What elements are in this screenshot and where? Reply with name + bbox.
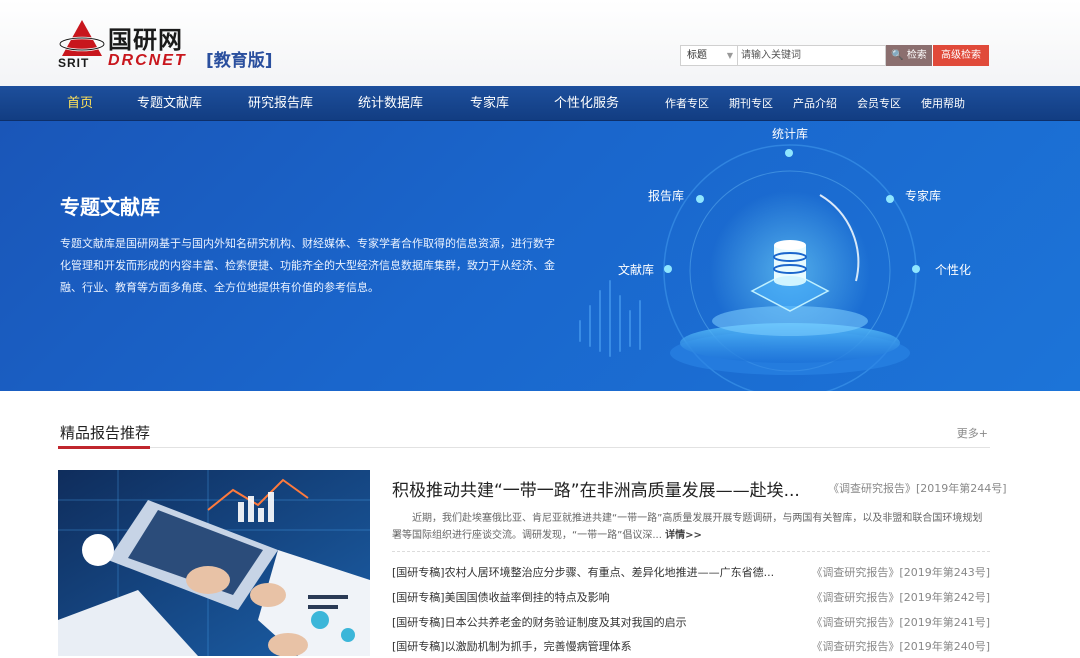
hub-label-experts[interactable]: 专家库: [905, 187, 941, 204]
section-title: 精品报告推荐: [60, 424, 151, 442]
nav-item-statistics-library[interactable]: 统计数据库: [358, 86, 423, 121]
list-item[interactable]: [国研专稿]日本公共养老金的财务验证制度及其对我国的启示 《调查研究报告》[20…: [392, 610, 990, 634]
advanced-search-button[interactable]: 高级检索: [933, 45, 989, 66]
list-item[interactable]: [国研专稿]农村人居环境整治应分步骤、有重点、差异化地推进——广东省德... 《…: [392, 560, 990, 584]
hub-label-personalized[interactable]: 个性化: [935, 261, 971, 278]
nav-item-personalized-service[interactable]: 个性化服务: [554, 86, 619, 121]
report-source: 《调查研究报告》[2019年第243号]: [811, 566, 990, 579]
search-bar: 标题 ▼ 请输入关键词 🔍 检索 高级检索: [680, 45, 989, 66]
nav-item-expert-library[interactable]: 专家库: [470, 86, 509, 121]
nav-item-report-library[interactable]: 研究报告库: [248, 86, 313, 121]
list-item[interactable]: [国研专稿]美国国债收益率倒挂的特点及影响 《调查研究报告》[2019年第242…: [392, 585, 990, 609]
main-nav: 首页 专题文献库 研究报告库 统计数据库 专家库 个性化服务 作者专区 期刊专区…: [0, 86, 1080, 121]
search-field-value: 标题: [687, 50, 707, 61]
nav-item-help[interactable]: 使用帮助: [921, 86, 965, 121]
hero-banner: 专题文献库 专题文献库是国研网基于与国内外知名研究机构、财经媒体、专家学者合作取…: [0, 121, 1080, 391]
nav-item-member-zone[interactable]: 会员专区: [857, 86, 901, 121]
site-logo[interactable]: 国研网 SRIT DRCNET [教育版]: [58, 16, 278, 72]
database-hub-illustration: [579, 144, 920, 391]
search-button[interactable]: 🔍 检索: [886, 45, 932, 66]
featured-report-source: 《调查研究报告》[2019年第244号]: [828, 482, 1007, 495]
search-icon: 🔍: [891, 50, 904, 61]
report-source: 《调查研究报告》[2019年第240号]: [811, 640, 990, 653]
section-title-underline: [58, 446, 150, 449]
nav-item-topic-library[interactable]: 专题文献库: [137, 86, 202, 121]
featured-report-thumbnail[interactable]: [58, 470, 370, 656]
featured-reports-header: 精品报告推荐 更多+: [58, 420, 990, 449]
logo-name-cn: 国研网: [108, 26, 183, 54]
hub-label-statistics[interactable]: 统计库: [772, 125, 808, 142]
search-field-select[interactable]: 标题 ▼: [680, 45, 738, 66]
nav-item-product-intro[interactable]: 产品介绍: [793, 86, 837, 121]
nav-item-journal-zone[interactable]: 期刊专区: [729, 86, 773, 121]
list-item[interactable]: [国研专稿]以激励机制为抓手，完善慢病管理体系 《调查研究报告》[2019年第2…: [392, 634, 990, 658]
site-header: 国研网 SRIT DRCNET [教育版] 标题 ▼ 请输入关键词 🔍 检索 高…: [0, 0, 1080, 86]
featured-report-summary: 近期，我们赴埃塞俄比亚、肯尼亚就推进共建“一带一路”高质量发展开展专题调研，与两…: [392, 510, 990, 544]
hub-label-reports[interactable]: 报告库: [648, 187, 684, 204]
banner-description: 专题文献库是国研网基于与国内外知名研究机构、财经媒体、专家学者合作取得的信息资源…: [60, 237, 555, 294]
chevron-down-icon: ▼: [726, 51, 733, 60]
logo-drcnet: DRCNET: [108, 52, 187, 69]
featured-report-title[interactable]: 积极推动共建“一带一路”在非洲高质量发展——赴埃...: [392, 476, 822, 501]
logo-edition: [教育版]: [206, 51, 273, 71]
divider: [392, 551, 990, 552]
nav-item-home[interactable]: 首页: [67, 86, 93, 121]
logo-srit: SRIT: [58, 56, 90, 70]
nav-item-author-zone[interactable]: 作者专区: [665, 86, 709, 121]
report-title[interactable]: [国研专稿]日本公共养老金的财务验证制度及其对我国的启示: [392, 614, 812, 630]
report-title[interactable]: [国研专稿]美国国债收益率倒挂的特点及影响: [392, 589, 812, 605]
search-button-label: 检索: [906, 50, 927, 61]
search-input[interactable]: 请输入关键词: [738, 45, 886, 66]
report-title[interactable]: [国研专稿]农村人居环境整治应分步骤、有重点、差异化地推进——广东省德...: [392, 564, 812, 580]
banner-title: 专题文献库: [60, 195, 160, 219]
report-title[interactable]: [国研专稿]以激励机制为抓手，完善慢病管理体系: [392, 638, 812, 654]
report-source: 《调查研究报告》[2019年第242号]: [811, 591, 990, 604]
report-source: 《调查研究报告》[2019年第241号]: [811, 616, 990, 629]
hub-label-literature[interactable]: 文献库: [618, 261, 654, 278]
more-link[interactable]: 更多+: [957, 425, 988, 441]
details-link[interactable]: 详情>>: [665, 530, 702, 541]
